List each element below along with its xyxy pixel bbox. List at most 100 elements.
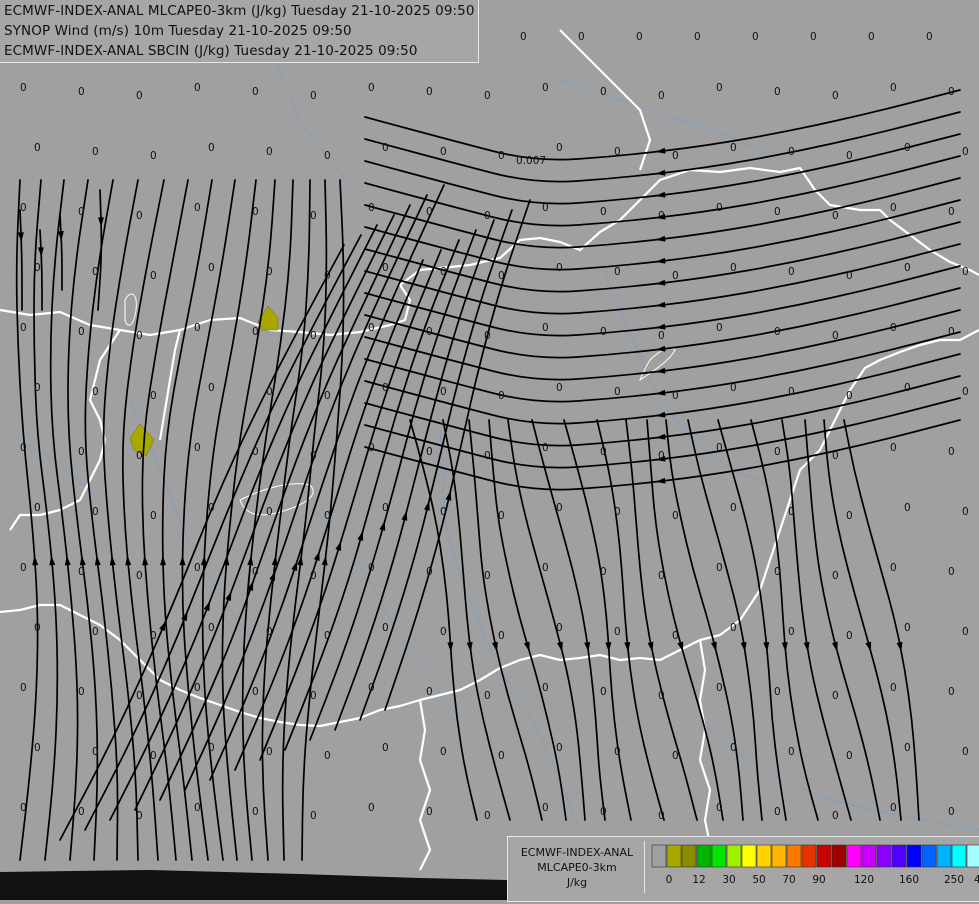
sbcin-value: 0 — [382, 622, 389, 634]
sbcin-value: 0 — [150, 390, 157, 402]
sbcin-value: 0 — [136, 570, 143, 582]
sbcin-value: 0 — [150, 630, 157, 642]
sbcin-value: 0 — [904, 142, 911, 154]
sbcin-value: 0 — [484, 210, 491, 222]
sbcin-value: 0 — [310, 570, 317, 582]
legend-tick-label: 160 — [899, 874, 919, 886]
sbcin-value: 0 — [150, 270, 157, 282]
sbcin-value: 0 — [716, 82, 723, 94]
sbcin-value: 0 — [150, 750, 157, 762]
sbcin-value: 0 — [310, 90, 317, 102]
sbcin-value: 0 — [948, 446, 955, 458]
sbcin-value: 0 — [266, 146, 273, 158]
legend-swatch — [651, 844, 667, 868]
sbcin-value-special: 0.007 — [516, 155, 546, 167]
sbcin-value: 0 — [426, 566, 433, 578]
sbcin-value: 0 — [962, 506, 969, 518]
sbcin-value: 0 — [20, 562, 27, 574]
sbcin-value: 0 — [252, 806, 259, 818]
sbcin-value: 0 — [672, 630, 679, 642]
legend-title: ECMWF-INDEX-ANAL MLCAPE0-3km J/kg — [510, 845, 644, 890]
legend-title-source: ECMWF-INDEX-ANAL — [520, 846, 634, 859]
legend-swatch — [756, 844, 772, 868]
sbcin-value: 0 — [194, 682, 201, 694]
legend-swatch — [771, 844, 787, 868]
sbcin-value: 0 — [890, 82, 897, 94]
sbcin-value: 0 — [194, 442, 201, 454]
sbcin-value: 0 — [658, 210, 665, 222]
sbcin-value: 0 — [636, 31, 643, 43]
sbcin-value: 0 — [440, 386, 447, 398]
sbcin-value: 0 — [904, 382, 911, 394]
sbcin-value: 0 — [310, 330, 317, 342]
sbcin-value: 0 — [310, 450, 317, 462]
sbcin-value: 0 — [382, 382, 389, 394]
sbcin-value: 0 — [426, 206, 433, 218]
sbcin-value: 0 — [136, 450, 143, 462]
sbcin-value: 0 — [846, 510, 853, 522]
sbcin-value: 0 — [484, 810, 491, 822]
sbcin-value: 0 — [658, 450, 665, 462]
sbcin-value: 0 — [310, 690, 317, 702]
sbcin-value: 0 — [788, 386, 795, 398]
sbcin-value: 0 — [716, 562, 723, 574]
sbcin-value: 0 — [368, 322, 375, 334]
sbcin-value: 0 — [92, 746, 99, 758]
sbcin-value: 0 — [310, 810, 317, 822]
sbcin-value: 0 — [484, 90, 491, 102]
sbcin-value: 0 — [208, 622, 215, 634]
sbcin-value: 0 — [252, 206, 259, 218]
legend-title-parameter: MLCAPE0-3km — [537, 861, 617, 874]
sbcin-value: 0 — [542, 802, 549, 814]
sbcin-value: 0 — [658, 570, 665, 582]
sbcin-value: 0 — [846, 150, 853, 162]
sbcin-value: 0 — [136, 690, 143, 702]
sbcin-value: 0 — [92, 626, 99, 638]
sbcin-value: 0 — [672, 390, 679, 402]
sbcin-value: 0 — [832, 570, 839, 582]
sbcin-value: 0 — [194, 802, 201, 814]
sbcin-value: 0 — [788, 506, 795, 518]
color-legend: ECMWF-INDEX-ANAL MLCAPE0-3km J/kg 0 12 30 5… — [507, 836, 979, 902]
sbcin-value: 0 — [600, 86, 607, 98]
sbcin-value: 0 — [846, 390, 853, 402]
sbcin-value: 0 — [20, 82, 27, 94]
sbcin-value: 0 — [440, 266, 447, 278]
legend-swatch — [711, 844, 727, 868]
sbcin-value: 0 — [382, 262, 389, 274]
title-line-cin: ECMWF-INDEX-ANAL SBCIN (J/kg) Tuesday 21… — [4, 43, 418, 59]
sbcin-value: 0 — [904, 742, 911, 754]
legend-tick-label: 0 — [666, 874, 673, 886]
sbcin-value: 0 — [832, 330, 839, 342]
legend-swatch — [786, 844, 802, 868]
sbcin-value: 0 — [324, 150, 331, 162]
sbcin-value: 0 — [194, 82, 201, 94]
sbcin-value: 0 — [672, 510, 679, 522]
sbcin-value: 0 — [92, 146, 99, 158]
map-title-box: ECMWF-INDEX-ANAL MLCAPE0-3km (J/kg) Tues… — [0, 0, 479, 63]
sbcin-value: 0 — [34, 142, 41, 154]
sbcin-value: 0 — [948, 326, 955, 338]
legend-swatch — [816, 844, 832, 868]
map-view[interactable]: 0 0 0 0 0 0 0 0 0 0 0 0 0 0 0 0 0 0 0 0 0 0 0 0 0 0 0 0 0 0 0 0 0 0 0 0 0 0 0 0… — [0, 0, 979, 902]
sbcin-value: 0 — [324, 750, 331, 762]
sbcin-value: 0 — [368, 442, 375, 454]
sbcin-value: 0 — [498, 390, 505, 402]
sbcin-value: 0 — [658, 330, 665, 342]
sbcin-value: 0 — [868, 31, 875, 43]
sbcin-value: 0 — [266, 626, 273, 638]
sbcin-value: 0 — [614, 146, 621, 158]
sbcin-value: 0 — [962, 146, 969, 158]
sbcin-value: 0 — [208, 382, 215, 394]
sbcin-value: 0 — [614, 626, 621, 638]
sbcin-value: 0 — [846, 630, 853, 642]
sbcin-value: 0 — [542, 682, 549, 694]
sbcin-value: 0 — [556, 622, 563, 634]
sbcin-value: 0 — [252, 326, 259, 338]
sbcin-value: 0 — [498, 270, 505, 282]
sbcin-value: 0 — [832, 210, 839, 222]
sbcin-value: 0 — [832, 810, 839, 822]
sbcin-value: 0 — [252, 686, 259, 698]
sbcin-value: 0 — [788, 746, 795, 758]
sbcin-value: 0 — [382, 142, 389, 154]
